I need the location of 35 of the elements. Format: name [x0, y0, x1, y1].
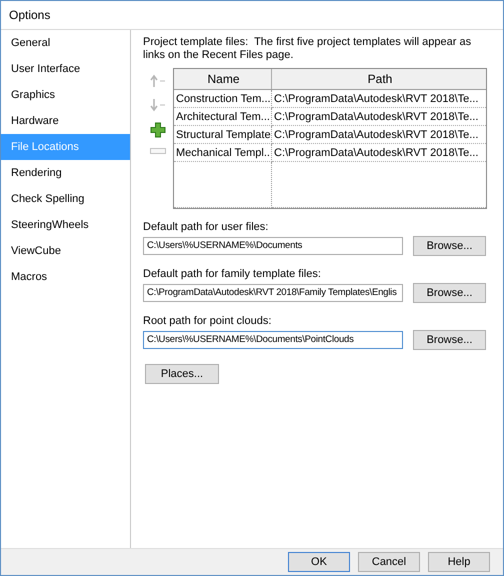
dialog-button[interactable]: OK: [288, 552, 350, 572]
places-button[interactable]: Places...: [145, 364, 219, 384]
table-cell: Architectural Tem...: [174, 108, 272, 126]
table-cell: C:\ProgramData\Autodesk\RVT 2018\Te...: [272, 126, 486, 144]
sidebar-item[interactable]: SteeringWheels: [1, 212, 130, 238]
path-field[interactable]: C:\Users\%USERNAME%\Documents: [143, 237, 403, 255]
table-cell: Mechanical Templ...: [174, 144, 272, 162]
sidebar-item[interactable]: User Interface: [1, 56, 130, 82]
sidebar-item[interactable]: ViewCube: [1, 238, 130, 264]
dialog-button[interactable]: Cancel: [358, 552, 420, 572]
sidebar-item[interactable]: General: [1, 30, 130, 56]
table-cell: Structural Template: [174, 126, 272, 144]
column-header[interactable]: Name: [174, 69, 272, 89]
sidebar-item[interactable]: Hardware: [1, 108, 130, 134]
description-text: Project template files: The first five project templates will appear as links on the Recent Files page.: [143, 36, 472, 62]
browse-button[interactable]: Browse...: [413, 283, 486, 303]
table-cell: C:\ProgramData\Autodesk\RVT 2018\Te...: [272, 90, 486, 108]
dialog-button[interactable]: Help: [428, 552, 490, 572]
field-label: Default path for user files:: [143, 221, 270, 235]
window-title: Options: [8, 7, 52, 24]
field-label: Default path for family template files:: [143, 268, 322, 282]
path-field[interactable]: C:\ProgramData\Autodesk\RVT 2018\Family Templates\Englis: [143, 284, 403, 302]
add-icon[interactable]: [150, 122, 166, 138]
browse-button[interactable]: Browse...: [413, 330, 486, 350]
table-cell: C:\ProgramData\Autodesk\RVT 2018\Te...: [272, 144, 486, 162]
browse-button[interactable]: Browse...: [413, 236, 486, 256]
table-cell: Construction Tem...: [174, 90, 272, 108]
sidebar-item[interactable]: Graphics: [1, 82, 130, 108]
sidebar-item[interactable]: Rendering: [1, 160, 130, 186]
table-cell: C:\ProgramData\Autodesk\RVT 2018\Te...: [272, 108, 486, 126]
sidebar-item[interactable]: Macros: [1, 264, 130, 290]
sidebar-item[interactable]: Check Spelling: [1, 186, 130, 212]
field-label: Root path for point clouds:: [143, 315, 272, 329]
column-header[interactable]: Path: [272, 69, 486, 89]
path-field[interactable]: C:\Users\%USERNAME%\Documents\PointClouds: [143, 331, 403, 349]
